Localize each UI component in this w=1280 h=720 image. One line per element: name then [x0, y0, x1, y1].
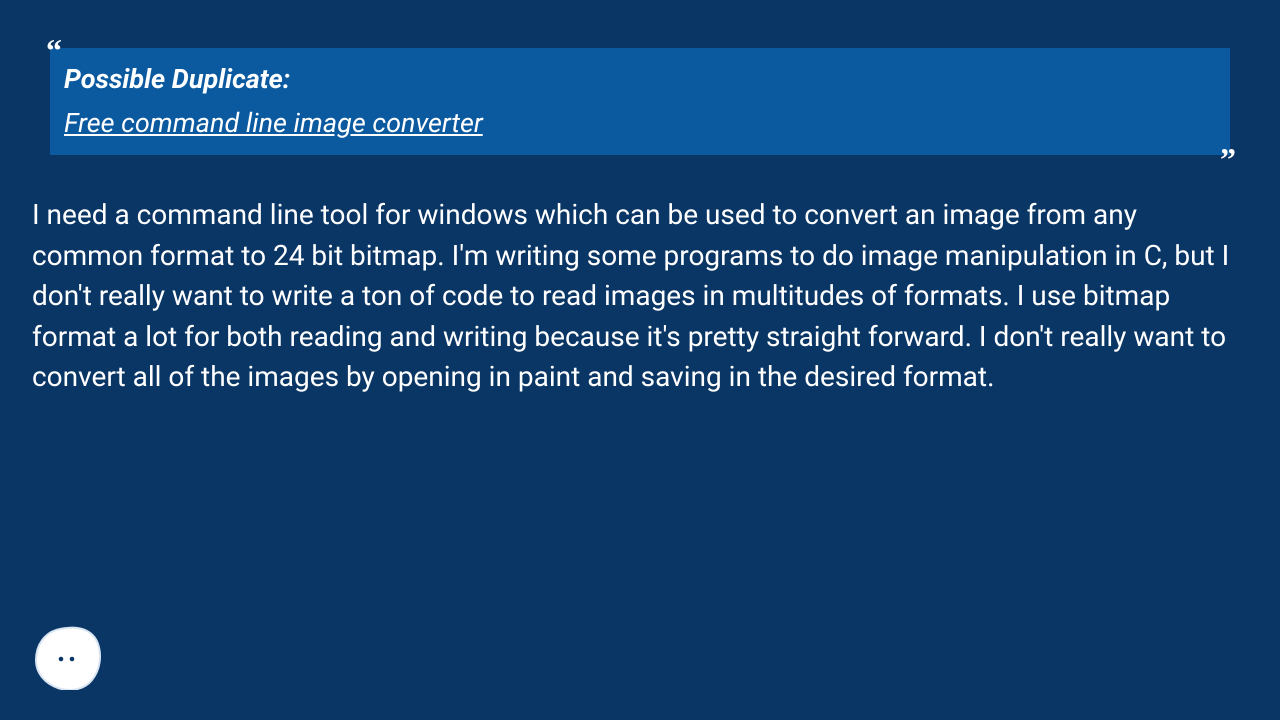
question-content: “ Possible Duplicate: Free command line … [0, 0, 1280, 398]
question-body: I need a command line tool for windows w… [28, 195, 1252, 398]
open-quote-icon: “ [46, 34, 62, 66]
duplicate-notice: “ Possible Duplicate: Free command line … [50, 48, 1230, 155]
close-quote-icon: ” [1220, 143, 1236, 175]
duplicate-link[interactable]: Free command line image converter [64, 107, 483, 139]
duplicate-heading: Possible Duplicate: [64, 62, 1210, 97]
avatar [32, 626, 102, 690]
